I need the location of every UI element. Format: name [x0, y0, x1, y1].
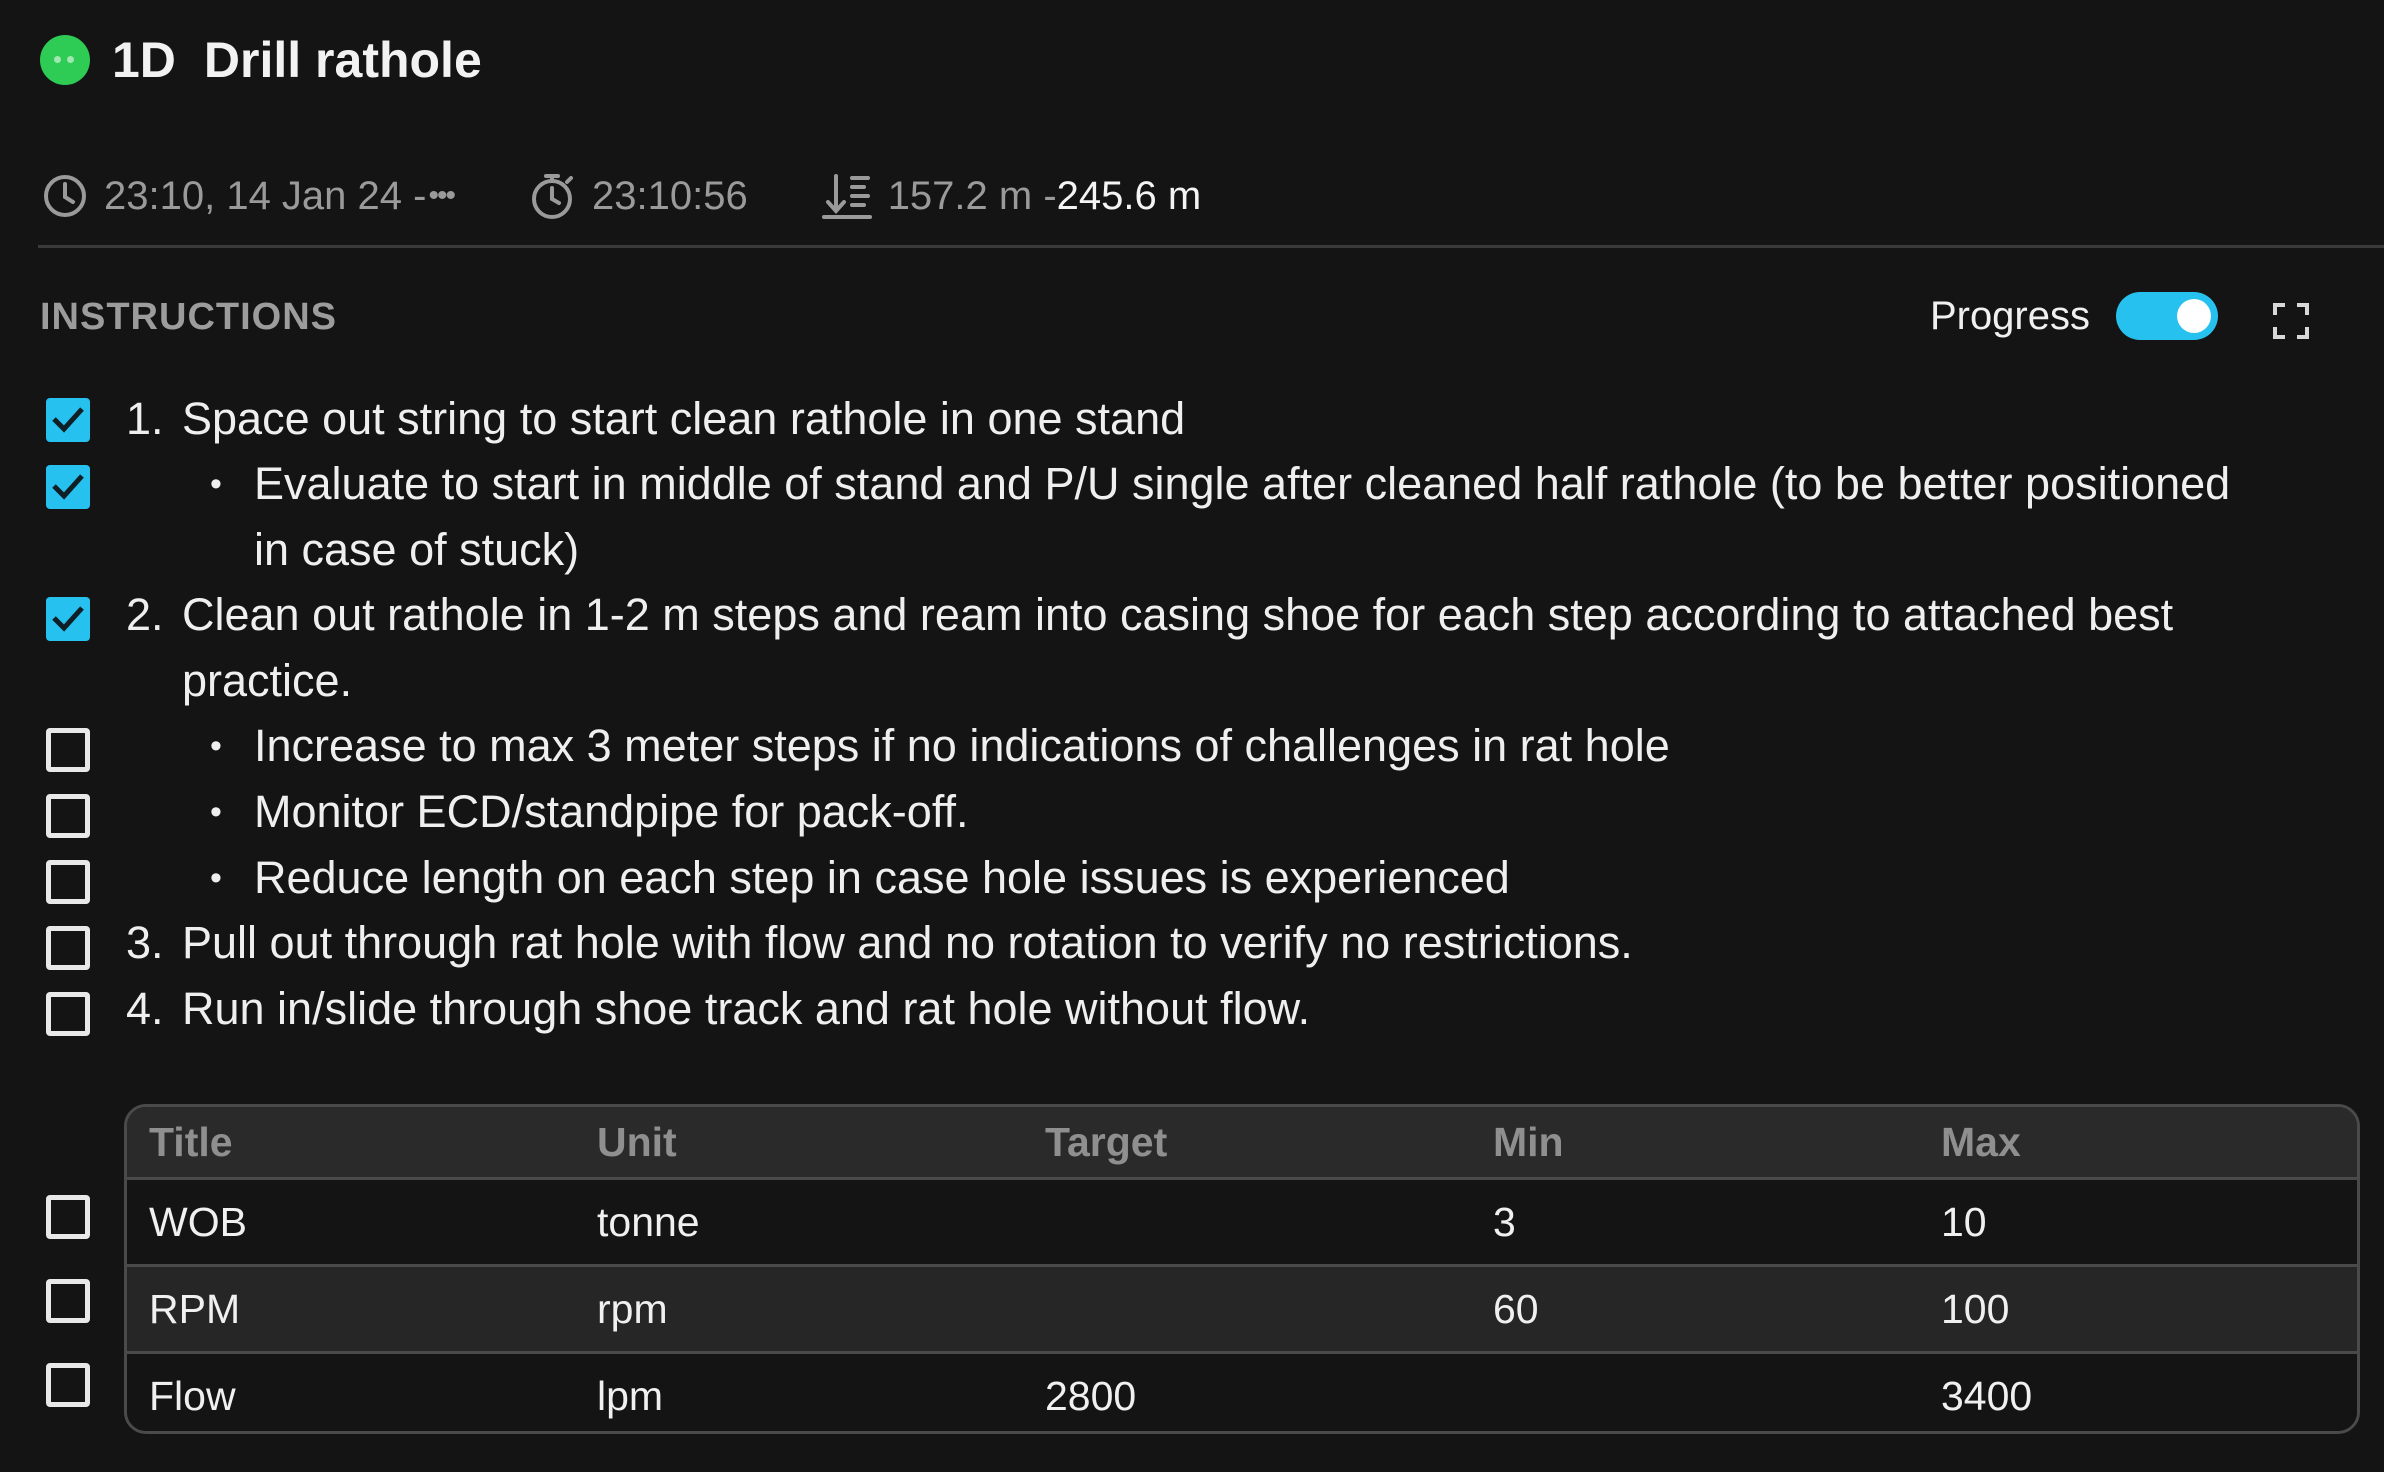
instruction-text: Run in/slide through shoe track and rat …	[182, 983, 1311, 1034]
start-time: 23:10, 14 Jan 24 - •••	[40, 171, 456, 221]
param-unit: lpm	[597, 1372, 664, 1419]
progress-label: Progress	[1929, 293, 2090, 338]
checkmark-icon	[52, 474, 84, 500]
column-header: Min	[1493, 1118, 1564, 1165]
column-header: Max	[1941, 1118, 2021, 1165]
fullscreen-icon[interactable]	[2272, 302, 2310, 340]
bullet-icon: •	[210, 859, 222, 897]
column-header: Unit	[597, 1118, 677, 1165]
instruction-checkbox[interactable]	[46, 926, 90, 970]
instruction-text: Pull out through rat hole with flow and …	[182, 917, 1633, 968]
instruction-number: 1.	[126, 393, 164, 444]
instruction-checkbox[interactable]	[46, 794, 90, 838]
duration-text: 23:10:56	[591, 173, 748, 218]
checkmark-icon	[52, 407, 84, 433]
clock-icon	[44, 175, 86, 217]
instruction-checkbox[interactable]	[46, 597, 90, 641]
param-title: Flow	[149, 1372, 236, 1419]
step-id: 1D	[112, 32, 176, 88]
duration: 23:10:56	[526, 170, 748, 222]
param-unit: tonne	[597, 1198, 700, 1245]
depth-to: 245.6 m	[1056, 173, 1202, 218]
instruction-text: Evaluate to start in middle of stand and…	[254, 458, 2231, 575]
param-title: RPM	[149, 1285, 241, 1332]
parameter-checkbox-rpm[interactable]	[46, 1279, 90, 1323]
bullet-icon: •	[210, 727, 222, 765]
param-min: 3	[1493, 1198, 1516, 1245]
param-max: 10	[1941, 1198, 1987, 1245]
stopwatch-icon	[531, 174, 573, 219]
column-header: Title	[149, 1118, 233, 1165]
end-time-placeholder: •••	[428, 179, 455, 212]
parameter-checkbox-flow[interactable]	[46, 1363, 90, 1407]
start-time-text: 23:10, 14 Jan 24 -	[104, 173, 427, 218]
bullet-icon: •	[210, 465, 222, 503]
param-title: WOB	[149, 1198, 247, 1245]
checkmark-icon	[52, 606, 84, 632]
instruction-text: Space out string to start clean rathole …	[182, 393, 1186, 444]
instruction-checkbox[interactable]	[46, 465, 90, 509]
depth-icon	[821, 174, 872, 219]
depth-from: 157.2 m -	[887, 173, 1057, 218]
instructions-heading: INSTRUCTIONS	[40, 296, 337, 338]
step-title: Drill rathole	[203, 32, 482, 88]
progress-toggle[interactable]	[2116, 292, 2218, 340]
step-header: 1D Drill rathole	[40, 28, 482, 92]
instruction-text: Clean out rathole in 1-2 m steps and rea…	[182, 589, 2174, 706]
instruction-text: Increase to max 3 meter steps if no indi…	[254, 720, 1670, 771]
table-header-row: Title Unit Target Min Max	[127, 1107, 2357, 1180]
instruction-checkbox[interactable]	[46, 860, 90, 904]
param-target: 2800	[1045, 1372, 1137, 1419]
status-dot-icon	[40, 35, 90, 85]
param-max: 100	[1941, 1285, 2010, 1332]
instruction-number: 2.	[126, 589, 164, 640]
depth-range: 157.2 m - 245.6 m	[820, 170, 1202, 222]
instruction-text: Reduce length on each step in case hole …	[254, 852, 1510, 903]
instruction-checkbox[interactable]	[46, 728, 90, 772]
param-unit: rpm	[597, 1285, 668, 1332]
table-row: RPM rpm 60 100	[127, 1267, 2357, 1354]
parameters-table: Title Unit Target Min Max WOB tonne 3 10…	[124, 1104, 2360, 1434]
step-meta: 23:10, 14 Jan 24 - ••• 23:10:56 157.2 m …	[40, 166, 1273, 226]
instruction-checkbox[interactable]	[46, 992, 90, 1036]
param-max: 3400	[1941, 1372, 2033, 1419]
table-row: WOB tonne 3 10	[127, 1180, 2357, 1267]
column-header: Target	[1045, 1118, 1168, 1165]
instruction-number: 3.	[126, 917, 164, 968]
table-row: Flow lpm 2800 3400	[127, 1354, 2357, 1431]
instruction-number: 4.	[126, 983, 164, 1034]
toggle-knob	[2177, 299, 2211, 333]
parameter-checkbox-wob[interactable]	[46, 1195, 90, 1239]
progress-control: Progress	[1930, 292, 2218, 340]
instruction-checkbox[interactable]	[46, 398, 90, 442]
param-min: 60	[1493, 1285, 1539, 1332]
header-divider	[38, 245, 2384, 248]
bullet-icon: •	[210, 793, 222, 831]
instruction-text: Monitor ECD/standpipe for pack-off.	[254, 786, 969, 837]
